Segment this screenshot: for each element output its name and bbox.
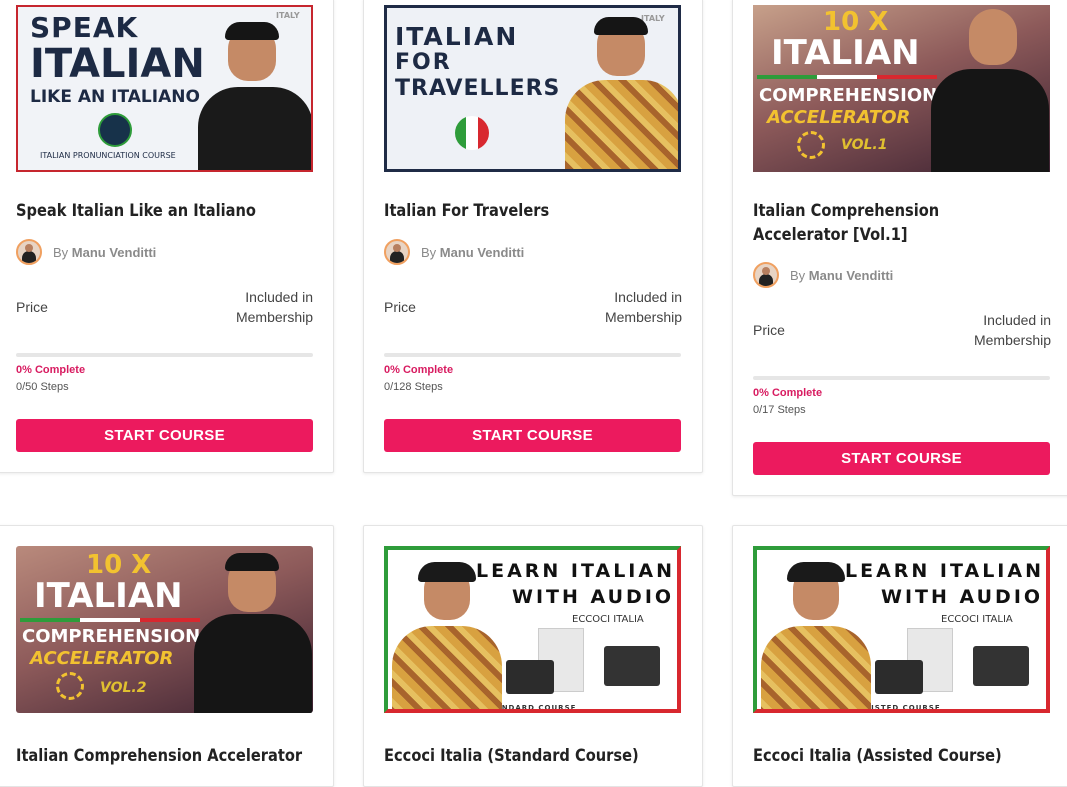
- thumb-text: ECCOCI ITALIA: [572, 614, 644, 625]
- thumb-text: ACCELERATOR: [30, 648, 174, 669]
- thumb-text: ITALY: [276, 11, 300, 20]
- thumb-text: ITALIAN: [771, 33, 920, 73]
- instructor-photo: [761, 562, 871, 709]
- course-card: ITALIAN FOR TRAVELLERS ITALY Italian For…: [363, 0, 703, 473]
- author-row: By Manu Venditti: [16, 237, 156, 267]
- author-name: Manu Venditti: [439, 244, 525, 260]
- instructor-photo: [931, 9, 1049, 172]
- logo-icon: [98, 113, 132, 147]
- price-label: Price: [384, 299, 416, 315]
- steps-text: 0/50 Steps: [16, 381, 69, 393]
- course-thumbnail[interactable]: 10 X ITALIAN COMPREHENSION ACCELERATOR V…: [753, 5, 1050, 172]
- thumb-text: LEARN ITALIAN: [845, 560, 1044, 582]
- author-label: By Manu Venditti: [421, 244, 525, 260]
- course-card: LEARN ITALIAN WITH AUDIO ECCOCI ITALIA A…: [732, 525, 1067, 787]
- course-thumbnail[interactable]: ITALIAN FOR TRAVELLERS ITALY: [384, 5, 681, 172]
- start-course-button[interactable]: START COURSE: [384, 419, 681, 452]
- avatar: [753, 262, 779, 288]
- thumb-text: ECCOCI ITALIA: [941, 614, 1013, 625]
- course-card: LEARN ITALIAN WITH AUDIO ECCOCI ITALIA S…: [363, 525, 703, 787]
- price-label: Price: [16, 299, 48, 315]
- thumb-text: LIKE AN ITALIANO: [30, 87, 200, 107]
- thumb-text: FOR: [395, 50, 452, 75]
- speedometer-icon: [797, 131, 825, 159]
- progress-text: 0% Complete: [384, 364, 454, 376]
- italy-stripe: [20, 618, 200, 622]
- course-title[interactable]: Speak Italian Like an Italiano: [16, 199, 265, 223]
- author-label: By Manu Venditti: [790, 267, 894, 283]
- author-name: Manu Venditti: [71, 244, 157, 260]
- thumb-text: ITALIAN: [30, 41, 205, 87]
- thumb-text: COMPREHENSION: [759, 85, 938, 106]
- course-card: 10 X ITALIAN COMPREHENSION ACCELERATOR V…: [732, 0, 1067, 496]
- price-value: Included in Membership: [973, 312, 1051, 348]
- start-course-button[interactable]: START COURSE: [753, 442, 1050, 475]
- progress-bar: [753, 376, 1050, 380]
- thumb-text: ITALIAN: [34, 576, 183, 616]
- course-title[interactable]: Eccoci Italia (Assisted Course): [753, 744, 1045, 768]
- steps-text: 0/17 Steps: [753, 404, 806, 416]
- price-value: Included in Membership: [604, 289, 682, 325]
- thumb-text: COMPREHENSION: [22, 626, 201, 647]
- instructor-photo: [392, 562, 502, 709]
- laptop-icon: [506, 660, 554, 694]
- steps-text: 0/128 Steps: [384, 381, 443, 393]
- progress-text: 0% Complete: [16, 364, 86, 376]
- author-name: Manu Venditti: [808, 267, 894, 283]
- thumb-text: WITH AUDIO: [881, 586, 1044, 608]
- thumb-text: WITH AUDIO: [512, 586, 675, 608]
- instructor-photo: [198, 22, 311, 170]
- laptop-icon: [973, 646, 1029, 686]
- thumb-text: VOL.1: [841, 137, 888, 153]
- thumb-text: TRAVELLERS: [395, 76, 561, 101]
- thumb-text: ITALIAN: [395, 22, 519, 51]
- course-title[interactable]: Italian Comprehension Accelerator [Vol.1…: [753, 199, 1002, 247]
- start-course-button[interactable]: START COURSE: [16, 419, 313, 452]
- instructor-photo: [194, 552, 312, 713]
- avatar: [384, 239, 410, 265]
- price-value: Included in Membership: [235, 289, 313, 325]
- instructor-photo: [565, 17, 678, 169]
- course-card: 10 X ITALIAN COMPREHENSION ACCELERATOR V…: [0, 525, 334, 787]
- course-title[interactable]: Italian Comprehension Accelerator: [16, 744, 308, 768]
- course-title[interactable]: Italian For Travelers: [384, 199, 633, 223]
- course-card: SPEAK ITALIAN LIKE AN ITALIANO ITALIAN P…: [0, 0, 334, 473]
- thumb-text: SPEAK: [30, 11, 139, 44]
- course-thumbnail[interactable]: 10 X ITALIAN COMPREHENSION ACCELERATOR V…: [16, 546, 313, 713]
- italy-flag-icon: [455, 116, 489, 150]
- italy-stripe: [757, 75, 937, 79]
- author-label: By Manu Venditti: [53, 244, 157, 260]
- course-thumbnail[interactable]: LEARN ITALIAN WITH AUDIO ECCOCI ITALIA A…: [753, 546, 1050, 713]
- laptop-icon: [875, 660, 923, 694]
- thumb-text: LEARN ITALIAN: [476, 560, 675, 582]
- thumb-text: VOL.2: [100, 680, 147, 696]
- price-label: Price: [753, 322, 785, 338]
- progress-bar: [16, 353, 313, 357]
- course-thumbnail[interactable]: SPEAK ITALIAN LIKE AN ITALIANO ITALIAN P…: [16, 5, 313, 172]
- progress-bar: [384, 353, 681, 357]
- author-row: By Manu Venditti: [384, 237, 524, 267]
- laptop-icon: [604, 646, 660, 686]
- progress-text: 0% Complete: [753, 387, 823, 399]
- course-title[interactable]: Eccoci Italia (Standard Course): [384, 744, 676, 768]
- thumb-text: ITALIAN PRONUNCIATION COURSE: [40, 151, 176, 160]
- author-row: By Manu Venditti: [753, 260, 893, 290]
- speedometer-icon: [56, 672, 84, 700]
- course-thumbnail[interactable]: LEARN ITALIAN WITH AUDIO ECCOCI ITALIA S…: [384, 546, 681, 713]
- avatar: [16, 239, 42, 265]
- thumb-text: ACCELERATOR: [767, 107, 911, 128]
